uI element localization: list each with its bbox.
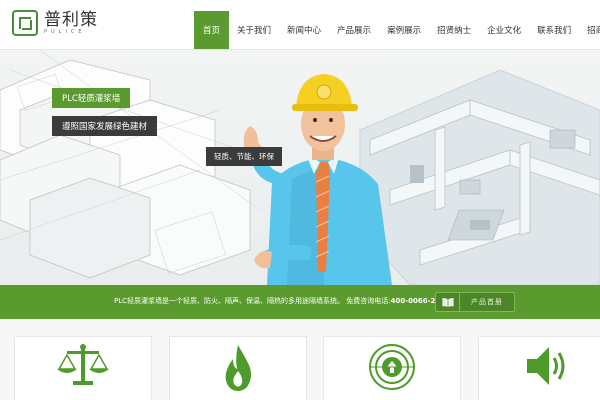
logo-tagline: PULICE (44, 28, 86, 35)
nav-item-franchise[interactable]: 招商加盟 (579, 11, 600, 49)
nav-item-products[interactable]: 产品展示 (329, 11, 379, 49)
feature-tag: 轻质、节能、环保 (206, 147, 282, 166)
info-strip: PLC轻质灌浆墙是一个轻质、防火、隔声、保温、隔热的多用途隔墙系统。 免费咨询电… (0, 285, 600, 319)
strip-text: PLC轻质灌浆墙是一个轻质、防火、隔声、保温、隔热的多用途隔墙系统。 免费咨询电… (114, 297, 391, 305)
thermal-icon (369, 344, 415, 390)
nav-item-about[interactable]: 关于我们 (229, 11, 279, 49)
feature-card-thermal[interactable] (323, 336, 461, 400)
brochure-button-label: 产品首册 (471, 298, 503, 306)
nav-item-culture[interactable]: 企业文化 (479, 11, 529, 49)
flame-icon (225, 345, 252, 391)
slogan-tag: 遵照国家发展绿色建材 (52, 116, 158, 136)
hero-banner: PLC轻质灌浆墙 遵照国家发展绿色建材 轻质、节能、环保 (0, 50, 600, 285)
nav-item-careers[interactable]: 招贤纳士 (429, 11, 479, 49)
product-tag: PLC轻质灌浆墙 (52, 88, 131, 108)
nav-item-home[interactable]: 首页 (194, 11, 230, 49)
logo[interactable]: 普利策 PULICE (12, 10, 98, 36)
nav-item-news[interactable]: 新闻中心 (279, 11, 329, 49)
scales-icon (57, 344, 109, 385)
feature-card-fireproof-balance[interactable] (14, 336, 152, 400)
main-nav: 首页 关于我们 新闻中心 产品展示 案例展示 招贤纳士 企业文化 联系我们 招商… (194, 11, 600, 49)
site-header: 普利策 PULICE 首页 关于我们 新闻中心 产品展示 案例展示 招贤纳士 企… (0, 0, 600, 50)
feature-section (0, 319, 600, 400)
nav-item-contact[interactable]: 联系我们 (529, 11, 579, 49)
strip-description: PLC轻质灌浆墙是一个轻质、防火、隔声、保温、隔热的多用途隔墙系统。 免费咨询电… (114, 296, 445, 306)
feature-card-soundproof[interactable] (478, 336, 600, 400)
engineer-figure-image (243, 74, 392, 285)
logo-name: 普利策 (44, 9, 98, 30)
nav-item-cases[interactable]: 案例展示 (379, 11, 429, 49)
speaker-icon (527, 347, 565, 385)
logo-mark-icon (12, 10, 38, 36)
book-icon (436, 293, 460, 311)
feature-card-fire-resistance[interactable] (169, 336, 307, 400)
product-brochure-button[interactable]: 产品首册 (435, 292, 515, 312)
